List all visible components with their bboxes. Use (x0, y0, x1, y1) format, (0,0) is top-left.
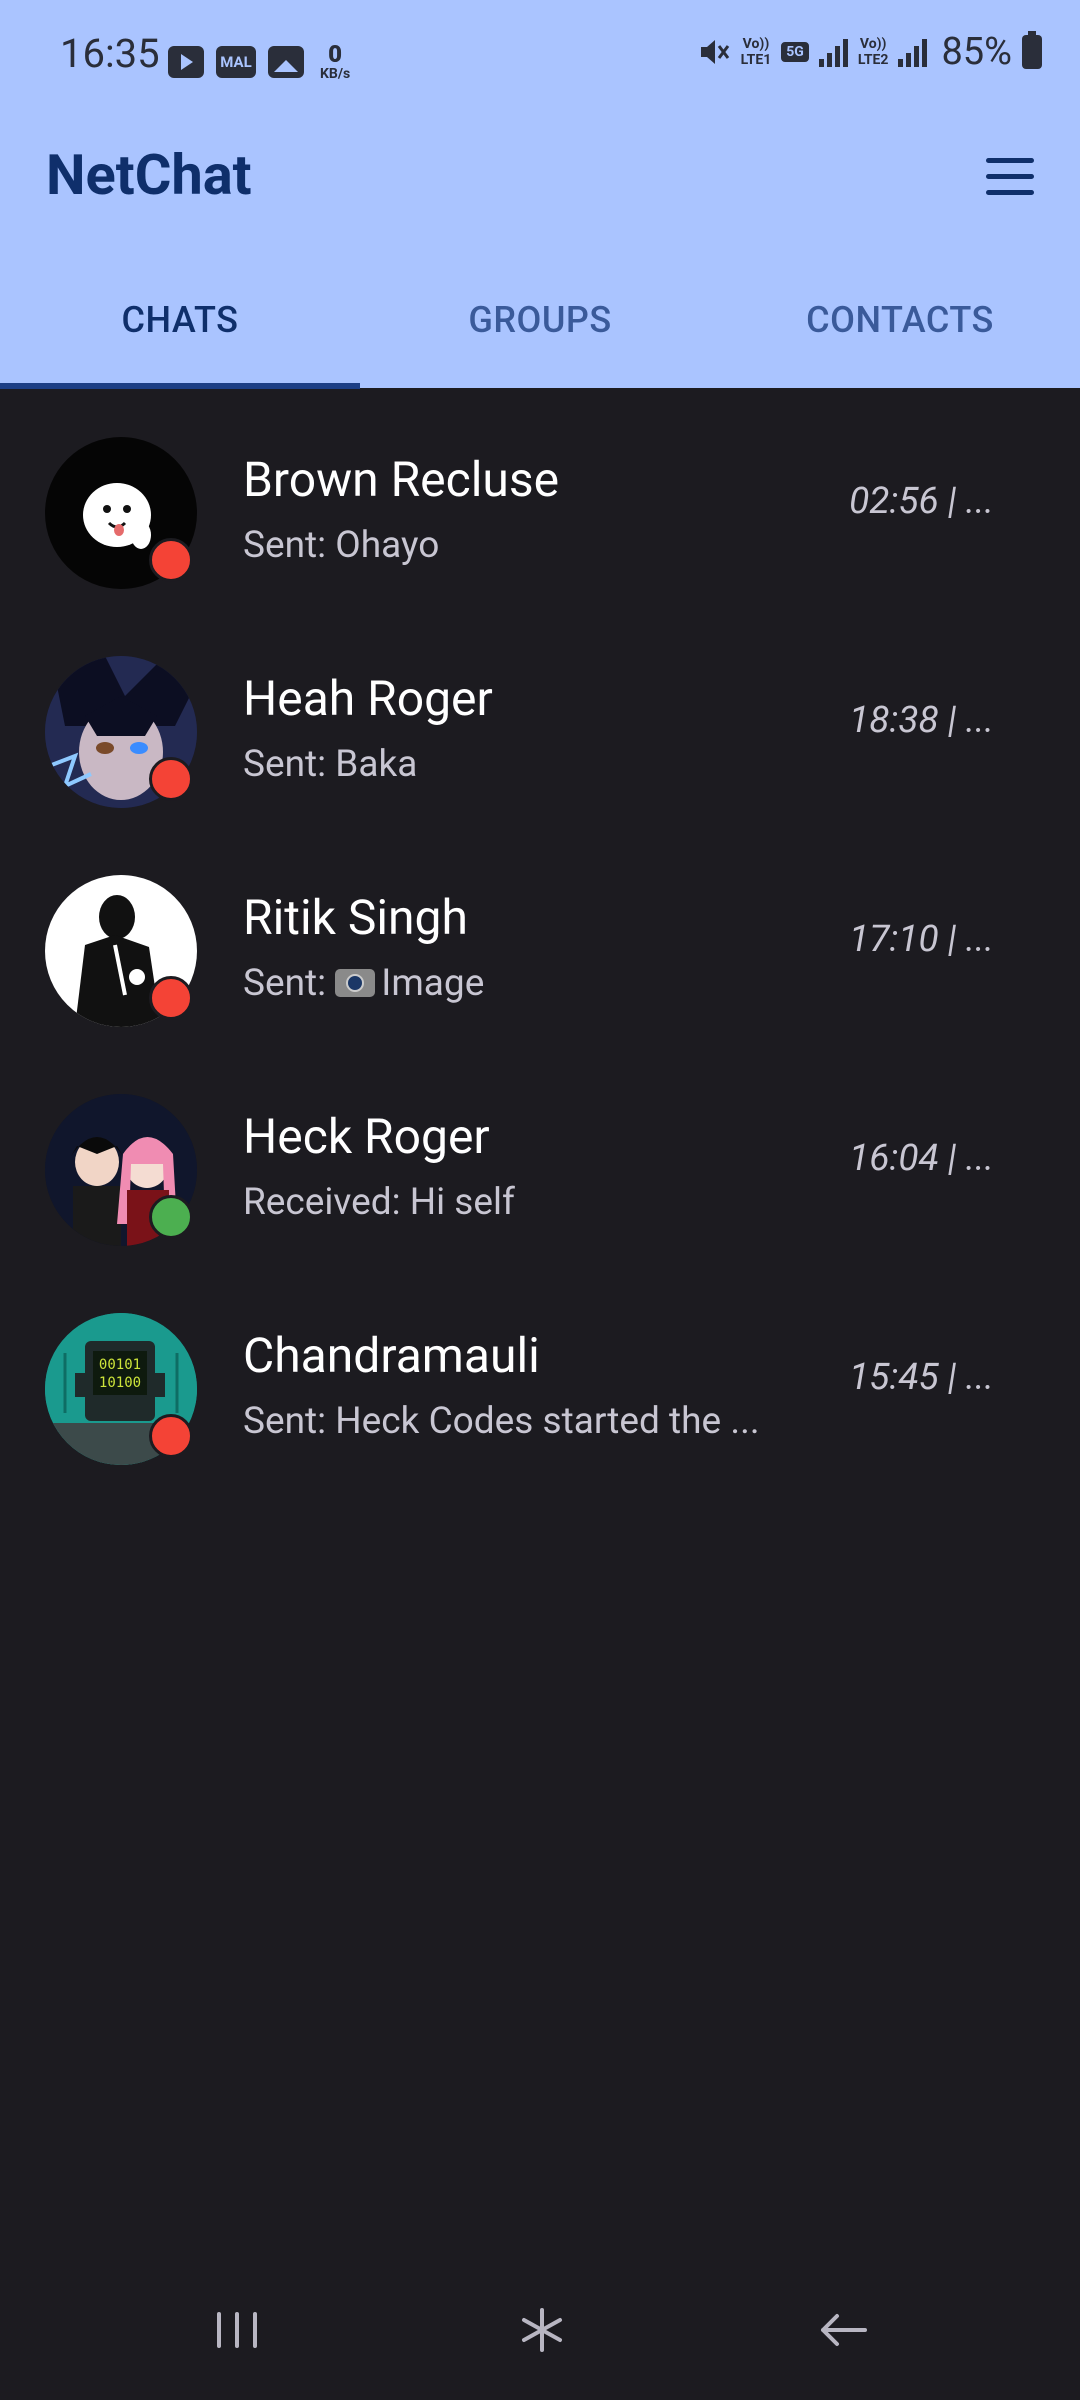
chat-time: 16:04 | ... (849, 1137, 994, 1180)
battery-percent: 85% (941, 30, 1012, 74)
signal-icon-sim1 (818, 37, 848, 67)
chat-item-heck-roger[interactable]: Heck Roger Received: Hi self 16:04 | ... (0, 1045, 1080, 1264)
chat-item-brown-recluse[interactable]: Brown Recluse Sent: Ohayo 02:56 | ... (0, 388, 1080, 607)
status-dot (149, 976, 193, 1020)
network-type-badge: 5G (781, 42, 809, 62)
status-dot (149, 1414, 193, 1458)
chat-item-ritik-singh[interactable]: Ritik Singh Sent: Image 17:10 | ... (0, 826, 1080, 1045)
chat-preview: Sent: Heck Codes started the ... (243, 1400, 760, 1443)
chat-name: Brown Recluse (243, 451, 560, 508)
back-icon[interactable] (803, 2300, 883, 2360)
battery-icon (1022, 31, 1042, 69)
status-bar: 16:35 MAL 0 KB/s Vo)) LTE1 5G Vo)) LTE2 85% (0, 0, 1080, 120)
chat-preview: Sent: Ohayo (243, 524, 440, 567)
status-dot (149, 538, 193, 582)
gallery-notification-icon (268, 46, 304, 78)
app-title: NetChat (46, 142, 252, 208)
mal-notification-icon: MAL (216, 46, 256, 78)
chat-time: 17:10 | ... (849, 918, 994, 961)
status-dot (149, 757, 193, 801)
chat-name: Chandramauli (243, 1327, 540, 1384)
tab-bar: CHATS GROUPS CONTACTS (0, 280, 1080, 388)
chat-item-heah-roger[interactable]: Heah Roger Sent: Baka 18:38 | ... (0, 607, 1080, 826)
home-icon[interactable] (502, 2300, 582, 2360)
chat-name: Heah Roger (243, 670, 493, 727)
recent-apps-icon[interactable] (197, 2300, 277, 2360)
menu-icon[interactable] (982, 150, 1038, 206)
status-dot (149, 1195, 193, 1239)
network-speed: 0 KB/s (320, 40, 351, 82)
youtube-notification-icon (168, 46, 204, 78)
mute-icon (700, 40, 729, 64)
chat-name: Ritik Singh (243, 889, 468, 946)
svg-text:10100: 10100 (99, 1375, 141, 1391)
tab-groups[interactable]: GROUPS (360, 280, 720, 388)
tab-chats[interactable]: CHATS (0, 280, 360, 388)
tab-contacts[interactable]: CONTACTS (720, 280, 1080, 388)
svg-text:00101: 00101 (99, 1357, 141, 1373)
chat-time: 18:38 | ... (849, 699, 994, 742)
chat-time: 02:56 | ... (849, 480, 994, 523)
camera-icon (335, 969, 376, 997)
chat-item-chandramauli[interactable]: 00101 10100 Chandramauli Sent: Heck Code… (0, 1264, 1080, 1483)
chat-list: Brown Recluse Sent: Ohayo 02:56 | ... He… (0, 388, 1080, 1483)
app-header: 16:35 MAL 0 KB/s Vo)) LTE1 5G Vo)) LTE2 85%… (0, 0, 1080, 389)
chat-preview: Sent: Image (243, 962, 485, 1005)
status-time: 16:35 (60, 30, 160, 77)
chat-preview: Received: Hi self (243, 1181, 515, 1224)
chat-preview: Sent: Baka (243, 743, 418, 786)
system-nav-bar (0, 2260, 1080, 2400)
signal-icon-sim2 (898, 37, 928, 67)
sim2-volte-label: Vo)) LTE2 (857, 36, 889, 68)
chat-time: 15:45 | ... (849, 1356, 994, 1399)
sim1-volte-label: Vo)) LTE1 (740, 36, 772, 68)
chat-name: Heck Roger (243, 1108, 490, 1165)
